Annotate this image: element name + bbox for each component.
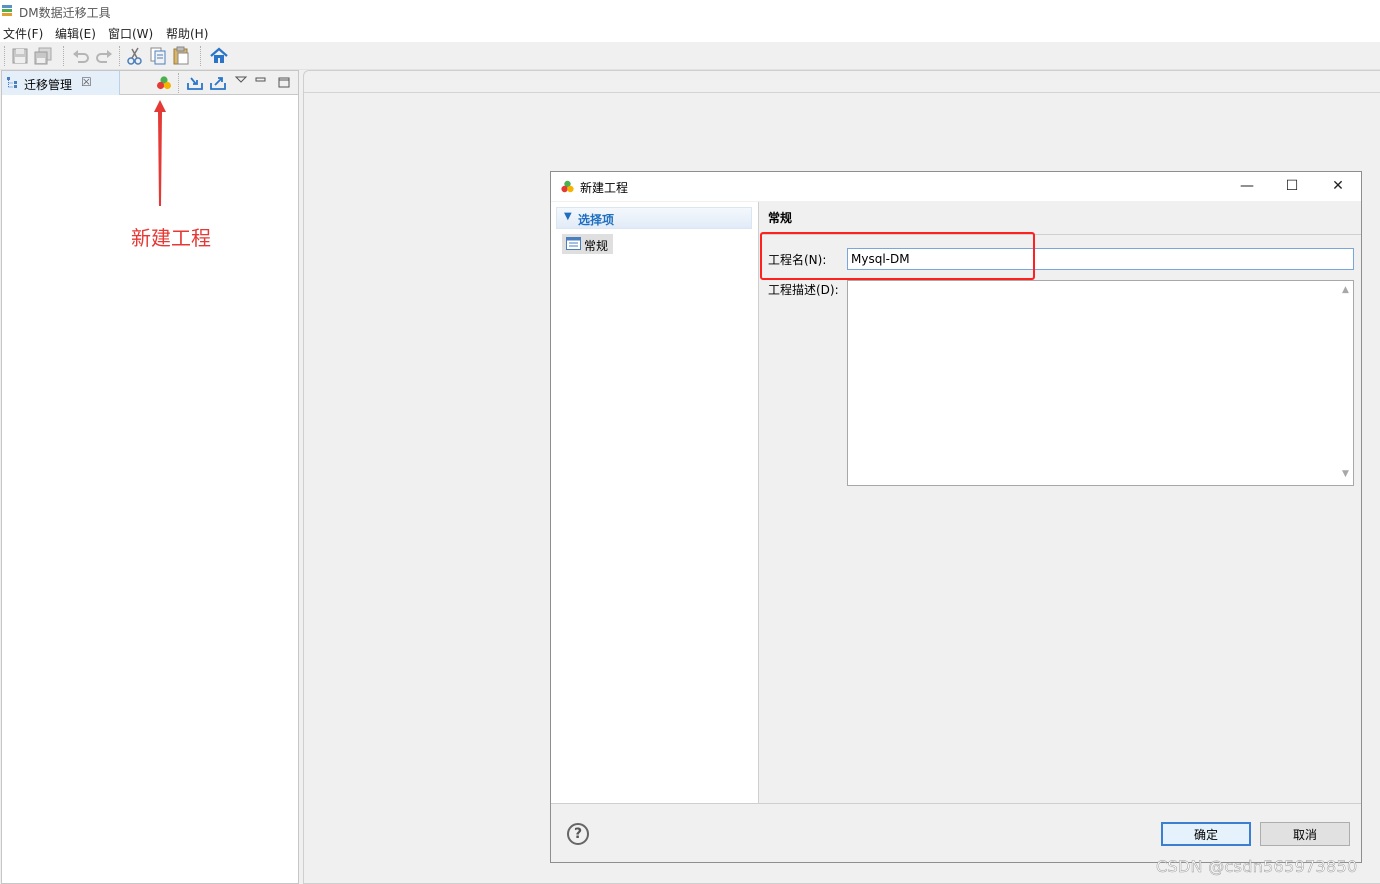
tab-label: 迁移管理 — [24, 78, 73, 92]
menu-edit[interactable]: 编辑(E) — [55, 25, 96, 42]
export-icon[interactable] — [209, 74, 227, 92]
menu-bar: 文件(F) 编辑(E) 窗口(W) 帮助(H) — [0, 22, 1380, 42]
highlight-box — [760, 232, 1035, 280]
toolbar-separator — [200, 46, 201, 66]
toolbar-separator — [119, 46, 120, 66]
help-icon[interactable]: ? — [567, 823, 589, 845]
close-icon[interactable]: ☒ — [81, 75, 92, 89]
save-icon[interactable] — [10, 46, 30, 66]
copy-icon[interactable] — [148, 46, 168, 66]
tree-node-label: 选择项 — [578, 213, 615, 227]
section-header: 常规 — [760, 202, 1361, 235]
minimize-icon[interactable] — [252, 74, 270, 92]
annotation-label: 新建工程 — [131, 226, 211, 250]
annotation-arrow — [154, 100, 166, 206]
menu-help[interactable]: 帮助(H) — [166, 25, 208, 42]
save-all-icon[interactable] — [33, 46, 53, 66]
options-tree: ▼ 选择项 常规 — [551, 202, 759, 803]
dialog-title: 新建工程 — [580, 181, 629, 195]
tab-migration-management[interactable]: 迁移管理 ☒ — [2, 71, 120, 95]
project-description-label: 工程描述(D): — [768, 283, 839, 297]
ok-button[interactable]: 确定 — [1161, 822, 1251, 846]
menu-window[interactable]: 窗口(W) — [108, 25, 153, 42]
import-icon[interactable] — [186, 74, 204, 92]
menu-file[interactable]: 文件(F) — [3, 25, 43, 42]
cancel-button[interactable]: 取消 — [1260, 822, 1350, 846]
tree-node-options[interactable]: ▼ 选择项 — [556, 207, 752, 229]
description-scrollbar[interactable]: ▲ ▼ — [1338, 281, 1355, 485]
paste-icon[interactable] — [171, 46, 191, 66]
view-header: 迁移管理 ☒ — [2, 71, 298, 95]
undo-icon[interactable] — [71, 46, 91, 66]
redo-icon[interactable] — [94, 46, 114, 66]
scroll-up-icon[interactable]: ▲ — [1342, 285, 1349, 295]
cut-icon[interactable] — [125, 46, 145, 66]
properties-icon — [566, 237, 581, 250]
tree-view-icon — [7, 77, 17, 88]
app-title: DM数据迁移工具 — [19, 6, 111, 20]
home-icon[interactable] — [209, 46, 229, 66]
new-project-icon — [561, 180, 574, 193]
maximize-button[interactable]: ☐ — [1269, 172, 1315, 201]
scroll-down-icon[interactable]: ▼ — [1342, 469, 1349, 479]
maximize-icon[interactable] — [275, 74, 293, 92]
section-title: 常规 — [768, 211, 793, 225]
toolbar-separator — [63, 46, 64, 66]
tree-node-label: 常规 — [584, 239, 609, 253]
title-bar: DM数据迁移工具 — [0, 0, 1380, 22]
project-description-textarea[interactable] — [847, 280, 1354, 486]
toolbar-separator — [4, 46, 5, 66]
watermark: CSDN @csdn565973850 — [1156, 857, 1358, 877]
editor-tab-strip — [304, 71, 1380, 93]
new-project-icon[interactable] — [155, 74, 173, 92]
general-settings-panel: 常规 工程名(N): 工程描述(D): ▲ ▼ — [760, 202, 1361, 803]
view-menu-icon[interactable] — [232, 74, 250, 92]
app-icon — [2, 5, 12, 16]
dialog-footer: ? 确定 取消 — [551, 803, 1361, 862]
toolbar — [0, 42, 1380, 70]
minimize-button[interactable]: — — [1224, 172, 1270, 201]
view-toolbar-separator — [178, 73, 179, 93]
close-button[interactable]: ✕ — [1315, 172, 1361, 201]
tree-node-general[interactable]: 常规 — [562, 234, 613, 254]
dialog-title-bar: 新建工程 — ☐ ✕ — [551, 172, 1361, 201]
expand-arrow-icon[interactable]: ▼ — [564, 211, 572, 222]
